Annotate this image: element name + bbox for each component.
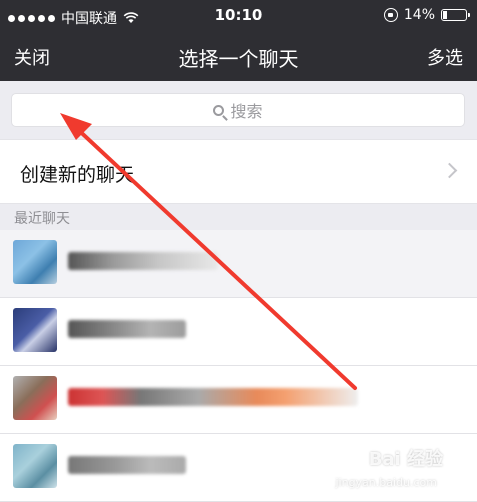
search-placeholder: 搜索 [230,102,263,121]
chat-name-blurred [68,320,186,338]
chat-list-item[interactable] [0,366,477,434]
multi-select-button[interactable]: 多选 [427,44,463,70]
status-bar: 中国联通 10:10 14% [0,0,477,32]
avatar [13,308,57,352]
battery-icon [441,9,470,21]
create-new-chat-label: 创建新的聊天 [20,164,135,186]
battery-percent: 14% [403,7,435,23]
avatar [13,444,57,488]
search-input[interactable]: 搜索 [11,93,465,127]
chat-name-blurred [68,388,358,406]
avatar [13,240,57,284]
watermark-brand: Bai 经验 [368,449,443,470]
chat-list-item[interactable] [0,230,477,298]
create-new-chat-item[interactable]: 创建新的聊天 [0,139,477,204]
status-right: 14% [383,7,470,23]
page-title: 选择一个聊天 [178,47,299,71]
chevron-right-icon [441,162,458,179]
chat-name-blurred [68,456,186,474]
nav-bar: 关闭 选择一个聊天 多选 [0,32,477,81]
rotation-lock-icon [383,8,398,22]
search-icon [213,104,225,116]
avatar [13,376,57,420]
watermark-url: jingyan.baidu.com [335,476,437,489]
chat-list-item[interactable] [0,298,477,366]
recent-chats-header: 最近聊天 [14,211,70,227]
chat-name-blurred [68,252,218,270]
search-area: 搜索 [0,81,477,139]
